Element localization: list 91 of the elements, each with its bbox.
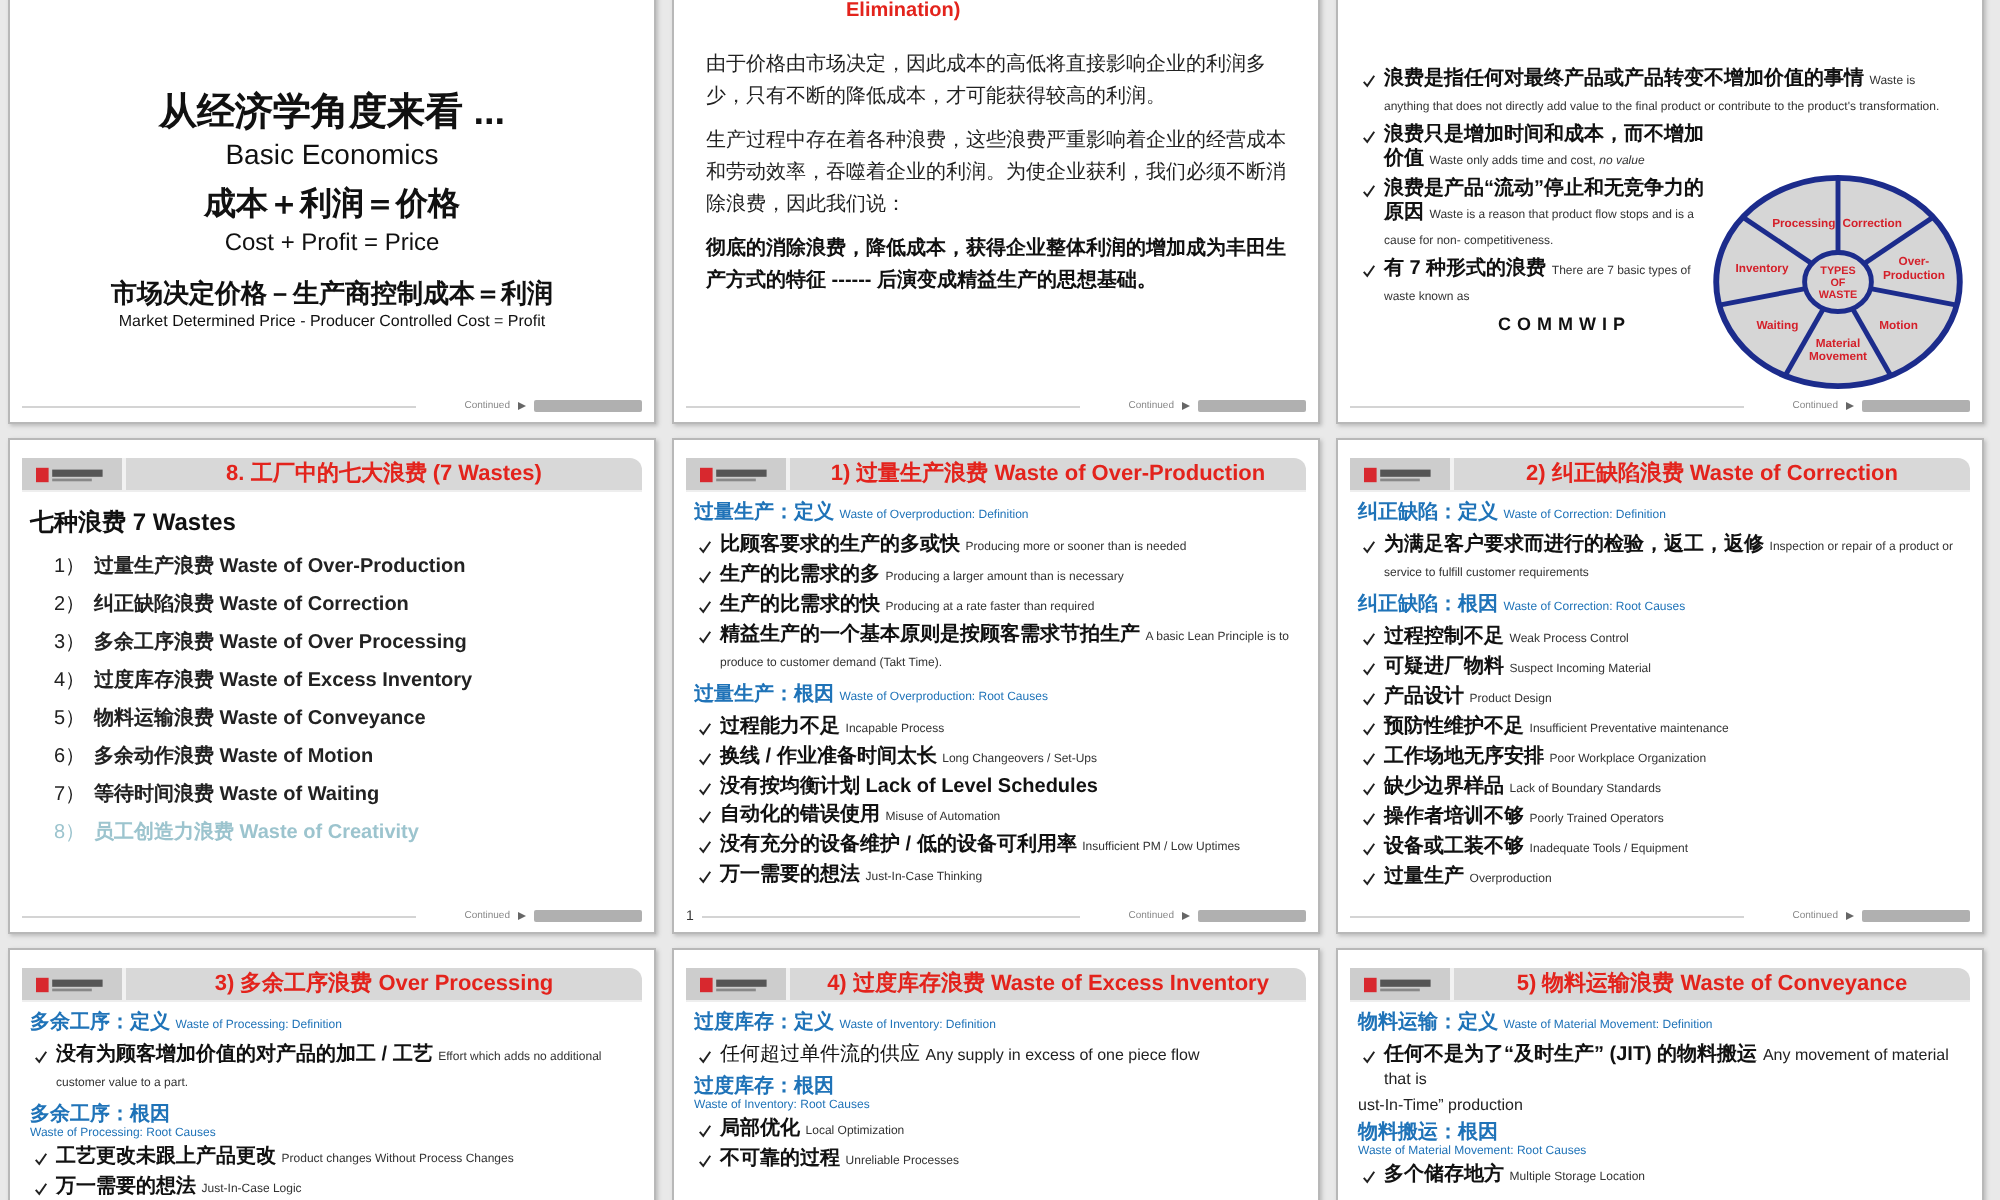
list-item-text: 多余工序浪费 Waste of Over Processing (94, 628, 467, 658)
slide-title: 2) 纠正缺陷浪费 Waste of Correction (1524, 459, 1900, 489)
check-icon (1362, 662, 1376, 676)
check-icon (698, 752, 712, 766)
triangle-icon (1182, 912, 1190, 920)
bullet-text: 没有按均衡计划 Lack of Level Schedules (720, 776, 1098, 800)
title-text: 成本＋利润＝价格 (204, 184, 460, 225)
item-number: 2） (54, 592, 82, 620)
bullet-text: 任何超过单件流的供应 Any supply in excess of one piece flow (720, 1044, 1200, 1068)
page-number-bar (1862, 400, 1970, 412)
logo-icon (36, 465, 108, 483)
check-icon (1362, 872, 1376, 886)
title-text: Market Determined Price - Producer Controlled Cost = Profit (118, 311, 546, 331)
list-item-text: 员工创造力浪费 Waste of Creativity (94, 818, 419, 848)
item-number: 6） (54, 744, 82, 772)
check-icon (698, 570, 712, 584)
slide-thumbnail[interactable] (1336, 438, 1984, 934)
list-item-text: 过量生产浪费 Waste of Over-Production (94, 552, 466, 582)
logo-icon (700, 975, 772, 993)
check-icon (698, 600, 712, 614)
slide-thumbnail[interactable] (672, 0, 1320, 424)
page-number-bar (534, 910, 642, 922)
list-item-text: 等待时间浪费 Waste of Waiting (94, 780, 380, 810)
check-icon (698, 722, 712, 736)
slide-title: 8. 工厂中的七大浪费 (7 Wastes) (224, 459, 544, 489)
page-number-bar (1198, 400, 1306, 412)
list-item-text: 过度库存浪费 Waste of Excess Inventory (94, 666, 473, 696)
item-number: 7） (54, 782, 82, 810)
item-number: 8） (54, 820, 82, 848)
slide-thumbnail[interactable] (8, 438, 656, 934)
triangle-icon (1846, 912, 1854, 920)
slide-thumbnail[interactable] (1336, 0, 1984, 424)
paragraph: 彻底的消除浪费，降低成本，获得企业整体利润的增加成为丰田生产方式的特征 ------ 后演变成精益生产的思想基础。 (706, 234, 1286, 296)
slide-title: 3) 多余工序浪费 Over Processing (212, 969, 556, 999)
check-icon (1362, 184, 1376, 198)
triangle-icon (1182, 402, 1190, 410)
title-text: Cost + Profit = Price (224, 227, 440, 255)
title-text: 市场决定价格－生产商控制成本＝利润 (111, 275, 553, 311)
check-icon (1362, 812, 1376, 826)
check-icon (698, 1050, 712, 1064)
check-icon (34, 1050, 48, 1064)
check-icon (1362, 1050, 1376, 1064)
slide-text: ust-In-Time” production (1358, 1096, 1525, 1114)
list-item-text: 物料运输浪费 Waste of Conveyance (94, 704, 426, 734)
item-number: 3） (54, 630, 82, 658)
logo-icon (700, 465, 772, 483)
title-text: 从经济学角度来看 ... (158, 89, 506, 137)
slide-title: Elimination) (846, 0, 963, 22)
check-icon (698, 840, 712, 854)
triangle-icon (518, 402, 526, 410)
item-number: 1） (54, 554, 82, 582)
check-icon (1362, 692, 1376, 706)
logo-icon (1364, 975, 1436, 993)
logo-icon (1364, 465, 1436, 483)
slide-thumbnail[interactable] (672, 438, 1320, 934)
check-icon (1362, 632, 1376, 646)
list-item-text: 多余动作浪费 Waste of Motion (94, 742, 374, 772)
check-icon (698, 870, 712, 884)
slide-title: 1) 过量生产浪费 Waste of Over-Production (828, 459, 1268, 489)
list-item-text: 纠正缺陷浪费 Waste of Correction (94, 590, 409, 620)
check-icon (698, 1154, 712, 1168)
check-icon (698, 1124, 712, 1138)
check-icon (1362, 722, 1376, 736)
acronym-text: COMMWIP (1498, 314, 1631, 334)
check-icon (1362, 130, 1376, 144)
check-icon (1362, 264, 1376, 278)
item-number: 5） (54, 706, 82, 734)
check-icon (1362, 74, 1376, 88)
title-text: Basic Economics (225, 137, 439, 171)
paragraph: 由于价格由市场决定，因此成本的高低将直接影响企业的利润多少，只有不断的降低成本，才可能获得较高的利润。 (706, 51, 1268, 112)
page-number-bar (1862, 910, 1970, 922)
logo-icon (36, 975, 108, 993)
check-icon (34, 1152, 48, 1166)
slide-title: 4) 过度库存浪费 Waste of Excess Inventory (825, 969, 1271, 999)
check-icon (1362, 752, 1376, 766)
list-heading: 七种浪费 7 Wastes (30, 506, 238, 540)
item-number: 4） (54, 668, 82, 696)
check-icon (34, 1182, 48, 1196)
check-icon (698, 630, 712, 644)
slide-title: 5) 物料运输浪费 Waste of Conveyance (1514, 969, 1910, 999)
check-icon (1362, 782, 1376, 796)
page-number-bar (1198, 910, 1306, 922)
check-icon (1362, 540, 1376, 554)
paragraph: 生产过程中存在着各种浪费，这些浪费严重影响着企业的经营成本和劳动效率，吞噬着企业的利润。为使企业获利，我们必须不断消除浪费，因此我们说： (706, 127, 1286, 220)
triangle-icon (518, 912, 526, 920)
page-number-bar (534, 400, 642, 412)
check-icon (698, 540, 712, 554)
bullet-text: 任何不是为了“及时生产” (JIT) 的物料搬运 Any movement of material that is (1384, 1044, 1951, 1092)
triangle-icon (1846, 402, 1854, 410)
check-icon (1362, 842, 1376, 856)
check-icon (1362, 1170, 1376, 1184)
